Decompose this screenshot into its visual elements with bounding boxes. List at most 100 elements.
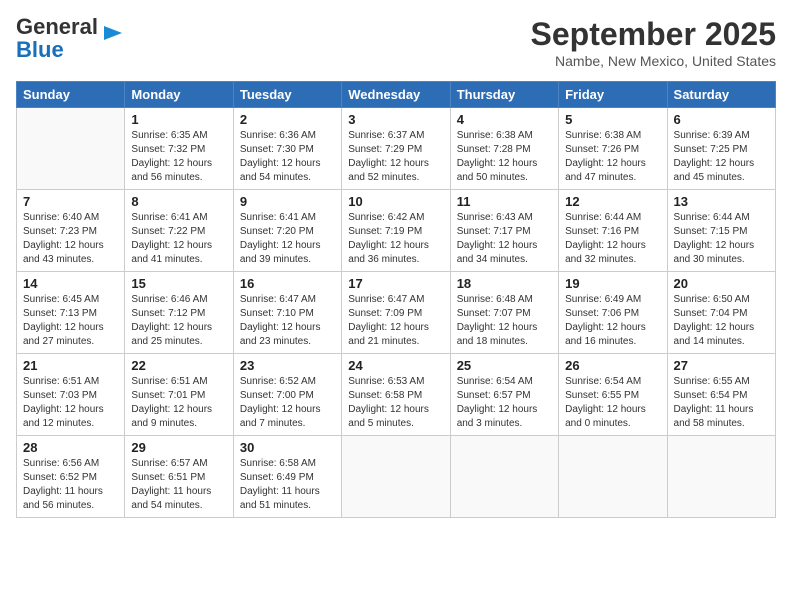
calendar-cell: 12 Sunrise: 6:44 AMSunset: 7:16 PMDayligh… (559, 190, 667, 272)
logo-blue-text: Blue (16, 37, 64, 62)
calendar-cell: 21 Sunrise: 6:51 AMSunset: 7:03 PMDayligh… (17, 354, 125, 436)
day-number: 17 (348, 276, 443, 291)
calendar-day-header: Friday (559, 82, 667, 108)
calendar-cell: 27 Sunrise: 6:55 AMSunset: 6:54 PMDayligh… (667, 354, 775, 436)
calendar-cell: 14 Sunrise: 6:45 AMSunset: 7:13 PMDayligh… (17, 272, 125, 354)
calendar-cell: 13 Sunrise: 6:44 AMSunset: 7:15 PMDayligh… (667, 190, 775, 272)
calendar-cell: 15 Sunrise: 6:46 AMSunset: 7:12 PMDayligh… (125, 272, 233, 354)
day-info: Sunrise: 6:38 AMSunset: 7:28 PMDaylight:… (457, 129, 552, 185)
calendar-cell: 28 Sunrise: 6:56 AMSunset: 6:52 PMDayligh… (17, 436, 125, 518)
day-info: Sunrise: 6:47 AMSunset: 7:09 PMDaylight:… (348, 293, 443, 349)
day-number: 27 (674, 358, 769, 373)
day-number: 19 (565, 276, 660, 291)
header: General Blue September 2025 Nambe, New M… (16, 16, 776, 69)
day-number: 15 (131, 276, 226, 291)
logo-arrow-icon (102, 22, 124, 44)
day-number: 28 (23, 440, 118, 455)
day-info: Sunrise: 6:46 AMSunset: 7:12 PMDaylight:… (131, 293, 226, 349)
calendar-cell: 11Sunrise: 6:43 AMSunset: 7:17 PMDayligh… (450, 190, 558, 272)
day-number: 26 (565, 358, 660, 373)
day-info: Sunrise: 6:44 AMSunset: 7:15 PMDaylight:… (674, 211, 769, 267)
day-info: Sunrise: 6:39 AMSunset: 7:25 PMDaylight:… (674, 129, 769, 185)
day-number: 8 (131, 194, 226, 209)
calendar-cell: 22 Sunrise: 6:51 AMSunset: 7:01 PMDayligh… (125, 354, 233, 436)
calendar-cell: 10 Sunrise: 6:42 AMSunset: 7:19 PMDayligh… (342, 190, 450, 272)
calendar-cell: 25 Sunrise: 6:54 AMSunset: 6:57 PMDayligh… (450, 354, 558, 436)
day-number: 12 (565, 194, 660, 209)
calendar-cell: 6 Sunrise: 6:39 AMSunset: 7:25 PMDaylight… (667, 108, 775, 190)
day-number: 9 (240, 194, 335, 209)
day-number: 14 (23, 276, 118, 291)
day-info: Sunrise: 6:51 AMSunset: 7:03 PMDaylight:… (23, 375, 118, 431)
day-info: Sunrise: 6:56 AMSunset: 6:52 PMDaylight:… (23, 457, 118, 513)
day-info: Sunrise: 6:41 AMSunset: 7:20 PMDaylight:… (240, 211, 335, 267)
calendar-cell: 17 Sunrise: 6:47 AMSunset: 7:09 PMDayligh… (342, 272, 450, 354)
calendar-week-row: 28 Sunrise: 6:56 AMSunset: 6:52 PMDayligh… (17, 436, 776, 518)
day-info: Sunrise: 6:48 AMSunset: 7:07 PMDaylight:… (457, 293, 552, 349)
day-info: Sunrise: 6:55 AMSunset: 6:54 PMDaylight:… (674, 375, 769, 431)
day-number: 22 (131, 358, 226, 373)
calendar-cell: 9 Sunrise: 6:41 AMSunset: 7:20 PMDaylight… (233, 190, 341, 272)
day-number: 30 (240, 440, 335, 455)
day-info: Sunrise: 6:36 AMSunset: 7:30 PMDaylight:… (240, 129, 335, 185)
day-number: 6 (674, 112, 769, 127)
day-number: 2 (240, 112, 335, 127)
day-number: 7 (23, 194, 118, 209)
logo: General Blue (16, 16, 124, 62)
day-info: Sunrise: 6:51 AMSunset: 7:01 PMDaylight:… (131, 375, 226, 431)
calendar-cell: 2 Sunrise: 6:36 AMSunset: 7:30 PMDaylight… (233, 108, 341, 190)
day-number: 21 (23, 358, 118, 373)
calendar-cell: 3 Sunrise: 6:37 AMSunset: 7:29 PMDaylight… (342, 108, 450, 190)
calendar-day-header: Monday (125, 82, 233, 108)
title-area: September 2025 Nambe, New Mexico, United… (531, 16, 776, 69)
day-number: 16 (240, 276, 335, 291)
day-info: Sunrise: 6:52 AMSunset: 7:00 PMDaylight:… (240, 375, 335, 431)
calendar-cell (17, 108, 125, 190)
calendar-week-row: 7 Sunrise: 6:40 AMSunset: 7:23 PMDaylight… (17, 190, 776, 272)
day-number: 25 (457, 358, 552, 373)
day-info: Sunrise: 6:40 AMSunset: 7:23 PMDaylight:… (23, 211, 118, 267)
calendar-cell: 26 Sunrise: 6:54 AMSunset: 6:55 PMDayligh… (559, 354, 667, 436)
calendar-cell: 4 Sunrise: 6:38 AMSunset: 7:28 PMDaylight… (450, 108, 558, 190)
day-number: 5 (565, 112, 660, 127)
day-number: 4 (457, 112, 552, 127)
day-info: Sunrise: 6:54 AMSunset: 6:55 PMDaylight:… (565, 375, 660, 431)
day-number: 13 (674, 194, 769, 209)
day-info: Sunrise: 6:44 AMSunset: 7:16 PMDaylight:… (565, 211, 660, 267)
calendar-cell: 18 Sunrise: 6:48 AMSunset: 7:07 PMDayligh… (450, 272, 558, 354)
calendar-cell (342, 436, 450, 518)
day-number: 18 (457, 276, 552, 291)
day-info: Sunrise: 6:43 AMSunset: 7:17 PMDaylight:… (457, 211, 552, 267)
day-info: Sunrise: 6:57 AMSunset: 6:51 PMDaylight:… (131, 457, 226, 513)
calendar-week-row: 21 Sunrise: 6:51 AMSunset: 7:03 PMDayligh… (17, 354, 776, 436)
calendar-cell: 23Sunrise: 6:52 AMSunset: 7:00 PMDayligh… (233, 354, 341, 436)
day-info: Sunrise: 6:38 AMSunset: 7:26 PMDaylight:… (565, 129, 660, 185)
calendar-cell: 30 Sunrise: 6:58 AMSunset: 6:49 PMDayligh… (233, 436, 341, 518)
day-number: 10 (348, 194, 443, 209)
logo-text: General (16, 14, 98, 39)
calendar-week-row: 1 Sunrise: 6:35 AMSunset: 7:32 PMDaylight… (17, 108, 776, 190)
calendar-cell: 5 Sunrise: 6:38 AMSunset: 7:26 PMDaylight… (559, 108, 667, 190)
calendar-day-header: Sunday (17, 82, 125, 108)
day-number: 24 (348, 358, 443, 373)
day-info: Sunrise: 6:37 AMSunset: 7:29 PMDaylight:… (348, 129, 443, 185)
calendar-cell: 8 Sunrise: 6:41 AMSunset: 7:22 PMDaylight… (125, 190, 233, 272)
day-number: 3 (348, 112, 443, 127)
calendar-cell: 29 Sunrise: 6:57 AMSunset: 6:51 PMDayligh… (125, 436, 233, 518)
calendar-cell: 24Sunrise: 6:53 AMSunset: 6:58 PMDayligh… (342, 354, 450, 436)
calendar-week-row: 14 Sunrise: 6:45 AMSunset: 7:13 PMDayligh… (17, 272, 776, 354)
day-info: Sunrise: 6:41 AMSunset: 7:22 PMDaylight:… (131, 211, 226, 267)
day-info: Sunrise: 6:35 AMSunset: 7:32 PMDaylight:… (131, 129, 226, 185)
day-number: 1 (131, 112, 226, 127)
calendar-day-header: Tuesday (233, 82, 341, 108)
page-title: September 2025 (531, 16, 776, 53)
calendar-day-header: Saturday (667, 82, 775, 108)
day-info: Sunrise: 6:45 AMSunset: 7:13 PMDaylight:… (23, 293, 118, 349)
day-info: Sunrise: 6:54 AMSunset: 6:57 PMDaylight:… (457, 375, 552, 431)
calendar-day-header: Wednesday (342, 82, 450, 108)
day-info: Sunrise: 6:47 AMSunset: 7:10 PMDaylight:… (240, 293, 335, 349)
calendar-cell: 7 Sunrise: 6:40 AMSunset: 7:23 PMDaylight… (17, 190, 125, 272)
day-info: Sunrise: 6:42 AMSunset: 7:19 PMDaylight:… (348, 211, 443, 267)
day-info: Sunrise: 6:58 AMSunset: 6:49 PMDaylight:… (240, 457, 335, 513)
day-number: 29 (131, 440, 226, 455)
